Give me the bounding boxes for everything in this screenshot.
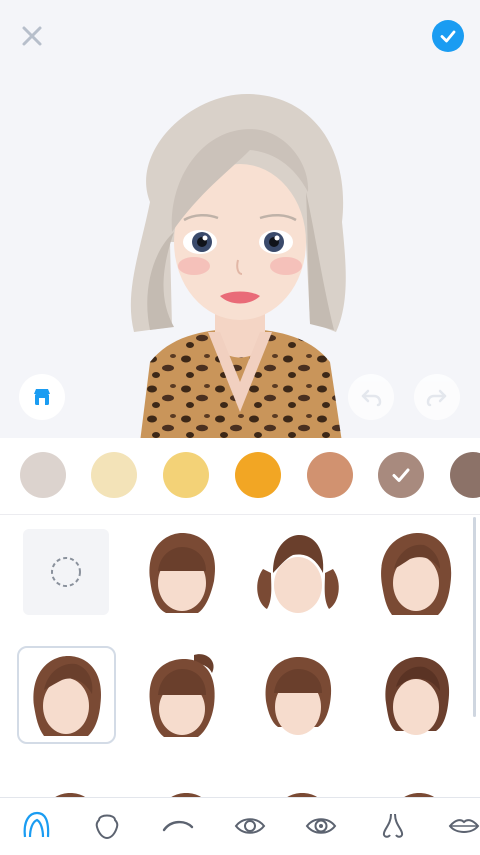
hair-style-thumbnail — [171, 793, 201, 797]
color-swatch[interactable] — [450, 452, 480, 498]
hair-style-thumbnail — [149, 654, 215, 737]
color-swatch[interactable] — [163, 452, 209, 498]
hair-style-thumbnail — [381, 533, 452, 615]
undo-icon — [361, 389, 382, 407]
hair-style-tile[interactable] — [371, 527, 461, 619]
avatar-preview — [0, 0, 480, 438]
hair-style-grid — [0, 515, 480, 797]
eyebrow-icon — [162, 820, 194, 832]
check-icon — [392, 468, 410, 482]
hair-style-tile[interactable] — [137, 527, 227, 619]
hair-style-thumbnail — [55, 793, 85, 797]
hair-style-thumbnail — [257, 535, 339, 613]
avatar-illustration — [130, 93, 346, 438]
close-icon — [22, 26, 42, 46]
hair-style-tile[interactable] — [253, 527, 343, 619]
hair-style-tile-selected[interactable] — [17, 646, 116, 744]
hair-style-tile[interactable] — [255, 771, 345, 797]
confirm-button[interactable] — [432, 20, 464, 52]
face-shape-icon — [95, 814, 119, 840]
hair-style-tile[interactable] — [137, 649, 227, 741]
hair-style-tile[interactable] — [139, 771, 229, 797]
color-swatch[interactable] — [235, 452, 281, 498]
tab-eyebrow[interactable] — [156, 806, 200, 846]
tab-nose[interactable] — [371, 806, 415, 846]
store-icon — [34, 389, 50, 405]
hair-style-thumbnail — [149, 533, 216, 613]
color-swatch[interactable] — [307, 452, 353, 498]
color-swatch[interactable] — [91, 452, 137, 498]
hair-style-thumbnail — [32, 656, 101, 736]
tab-eye-detail[interactable] — [299, 806, 343, 846]
hair-style-thumbnail — [287, 793, 317, 797]
redo-button[interactable] — [414, 374, 460, 420]
redo-icon — [426, 389, 447, 407]
undo-button[interactable] — [348, 374, 394, 420]
hair-style-none[interactable] — [23, 529, 109, 615]
tab-face-shape[interactable] — [85, 806, 129, 846]
hair-style-thumbnail — [265, 657, 332, 735]
close-button[interactable] — [18, 22, 46, 50]
color-swatch[interactable] — [20, 452, 66, 498]
none-icon — [51, 557, 81, 587]
hair-style-tile[interactable] — [23, 771, 113, 797]
store-button[interactable] — [19, 374, 65, 420]
eye-icon — [234, 818, 266, 834]
hair-style-tile[interactable] — [371, 649, 461, 741]
tab-hair[interactable] — [14, 806, 58, 846]
hair-style-thumbnail — [404, 793, 434, 797]
color-swatch-selected[interactable] — [378, 452, 424, 498]
grid-scrollbar[interactable] — [473, 517, 476, 717]
hair-color-picker — [0, 438, 480, 515]
lips-icon — [448, 819, 480, 833]
eye-detail-icon — [305, 818, 337, 834]
nose-icon — [382, 813, 404, 838]
hair-style-tile[interactable] — [372, 771, 462, 797]
hair-icon — [23, 811, 50, 838]
hair-style-tile[interactable] — [253, 649, 343, 741]
check-icon — [440, 30, 456, 43]
tab-eye[interactable] — [228, 806, 272, 846]
tab-lips[interactable] — [442, 806, 480, 846]
category-tab-bar — [0, 797, 480, 855]
hair-style-thumbnail — [385, 657, 450, 735]
